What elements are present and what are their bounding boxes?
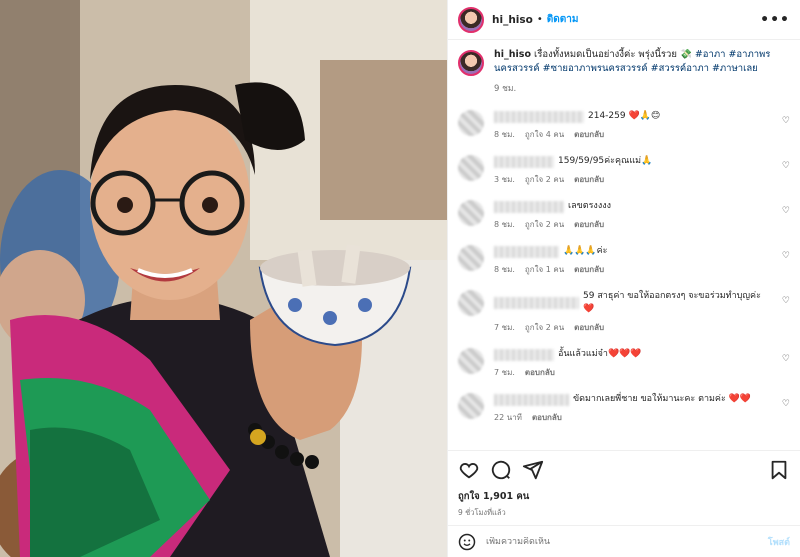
avatar[interactable] — [458, 6, 484, 33]
bookmark-icon[interactable] — [768, 459, 790, 481]
comment-time: 7 ชม. — [494, 368, 515, 377]
blurred-username — [494, 155, 554, 168]
post-username[interactable]: hi_hiso — [492, 14, 533, 26]
blurred-username — [494, 200, 564, 213]
comment-avatar[interactable] — [458, 290, 484, 316]
likes-count[interactable]: ถูกใจ 1,901 คน — [458, 489, 790, 504]
comment-time: 8 ชม. — [494, 265, 515, 274]
comment-text: 159/59/95ค่ะคุณแม่🙏 — [558, 156, 653, 166]
caption-avatar[interactable] — [458, 50, 484, 76]
comment-like-icon[interactable]: ♡ — [782, 116, 790, 126]
comment-icon[interactable] — [490, 459, 512, 481]
post-photo[interactable] — [0, 0, 447, 557]
caption-text: เรื่องทั้งหมดเป็นอย่างงี้ค่ะ พรุ่งนี้รวย… — [534, 49, 692, 60]
comment-item: เลขตรงงงง 8 ชม. ถูกใจ 2 คน ตอบกลับ ♡ — [458, 200, 790, 231]
comment-likes[interactable]: ถูกใจ 4 คน — [525, 128, 564, 141]
comment-like-icon[interactable]: ♡ — [782, 161, 790, 171]
comment-item: 🙏🙏🙏ค่ะ 8 ชม. ถูกใจ 1 คน ตอบกลับ ♡ — [458, 245, 790, 276]
comment-item: อั้นแล้วแม่จ๋า❤️❤️❤️ 7 ชม. ตอบกลับ ♡ — [458, 348, 790, 379]
comment-avatar[interactable] — [458, 393, 484, 419]
add-comment-bar: โพสต์ — [448, 525, 800, 557]
comment-item: ขัดมากเลยพี่ชาย ขอให้มานะคะ ตามค่ะ ❤️❤️ 2… — [458, 393, 790, 424]
separator-dot: • — [536, 14, 543, 25]
share-icon[interactable] — [522, 459, 544, 481]
comment-time: 8 ชม. — [494, 220, 515, 229]
comment-text: เลขตรงงงง — [568, 201, 612, 211]
actions-bar: ถูกใจ 1,901 คน 9 ชั่วโมงที่แล้ว — [448, 450, 800, 525]
blurred-username — [494, 297, 579, 309]
post-age: 9 ชั่วโมงที่แล้ว — [458, 508, 506, 517]
comment-text: ขัดมากเลยพี่ชาย ขอให้มานะคะ ตามค่ะ ❤️❤️ — [573, 394, 752, 404]
comment-avatar[interactable] — [458, 110, 484, 136]
comment-like-icon[interactable]: ♡ — [782, 296, 790, 306]
comment-text: 59 สาธุค่า ขอให้ออกตรงๆ จะขอร่วมทำบุญค่ะ… — [583, 291, 761, 314]
reply-button[interactable]: ตอบกลับ — [574, 128, 604, 141]
comment-avatar[interactable] — [458, 200, 484, 226]
post-button[interactable]: โพสต์ — [768, 535, 790, 549]
comment-like-icon[interactable]: ♡ — [782, 251, 790, 261]
reply-button[interactable]: ตอบกลับ — [574, 218, 604, 231]
comment-avatar[interactable] — [458, 245, 484, 271]
emoji-icon[interactable] — [458, 533, 476, 551]
caption-username[interactable]: hi_hiso — [494, 49, 531, 60]
reply-button[interactable]: ตอบกลับ — [532, 411, 562, 424]
comment-item: 159/59/95ค่ะคุณแม่🙏 3 ชม. ถูกใจ 2 คน ตอบกลั… — [458, 155, 790, 186]
comment-likes[interactable]: ถูกใจ 2 คน — [525, 218, 564, 231]
blurred-username — [494, 348, 554, 361]
comment-time: 3 ชม. — [494, 175, 515, 184]
heart-icon[interactable] — [458, 459, 480, 481]
comment-like-icon[interactable]: ♡ — [782, 399, 790, 409]
post-header: hi_hiso • ติดตาม ••• — [448, 0, 800, 40]
comment-item: 214-259 ❤️🙏😊 8 ชม. ถูกใจ 4 คน ตอบกลับ ♡ — [458, 110, 790, 141]
comment-avatar[interactable] — [458, 348, 484, 374]
blurred-username — [494, 393, 569, 406]
comment-like-icon[interactable]: ♡ — [782, 354, 790, 364]
caption: hi_hiso เรื่องทั้งหมดเป็นอย่างงี้ค่ะ พรุ… — [458, 48, 790, 96]
reply-button[interactable]: ตอบกลับ — [574, 173, 604, 186]
comment-time: 22 นาที — [494, 413, 522, 422]
comment-like-icon[interactable]: ♡ — [782, 206, 790, 216]
reply-button[interactable]: ตอบกลับ — [574, 263, 604, 276]
comment-likes[interactable]: ถูกใจ 1 คน — [525, 263, 564, 276]
comment-item: 59 สาธุค่า ขอให้ออกตรงๆ จะขอร่วมทำบุญค่ะ… — [458, 290, 790, 334]
caption-time: 9 ชม. — [494, 84, 517, 94]
comment-likes[interactable]: ถูกใจ 2 คน — [525, 173, 564, 186]
reply-button[interactable]: ตอบกลับ — [525, 366, 555, 379]
more-icon[interactable]: ••• — [760, 12, 790, 28]
reply-button[interactable]: ตอบกลับ — [574, 321, 604, 334]
comment-text: 214-259 ❤️🙏😊 — [588, 111, 661, 121]
blurred-username — [494, 245, 559, 258]
comment-time: 8 ชม. — [494, 130, 515, 139]
comment-text: 🙏🙏🙏ค่ะ — [563, 246, 608, 256]
follow-button[interactable]: ติดตาม — [547, 12, 579, 27]
post-panel: hi_hiso • ติดตาม ••• hi_hiso เรื่องทั้งห… — [447, 0, 800, 557]
comment-time: 7 ชม. — [494, 323, 515, 332]
comments-list[interactable]: hi_hiso เรื่องทั้งหมดเป็นอย่างงี้ค่ะ พรุ… — [448, 40, 800, 450]
comment-input[interactable] — [486, 536, 768, 547]
post-image — [0, 0, 447, 557]
comment-text: อั้นแล้วแม่จ๋า❤️❤️❤️ — [558, 349, 642, 359]
blurred-username — [494, 110, 584, 123]
comment-avatar[interactable] — [458, 155, 484, 181]
comment-likes[interactable]: ถูกใจ 2 คน — [525, 321, 564, 334]
